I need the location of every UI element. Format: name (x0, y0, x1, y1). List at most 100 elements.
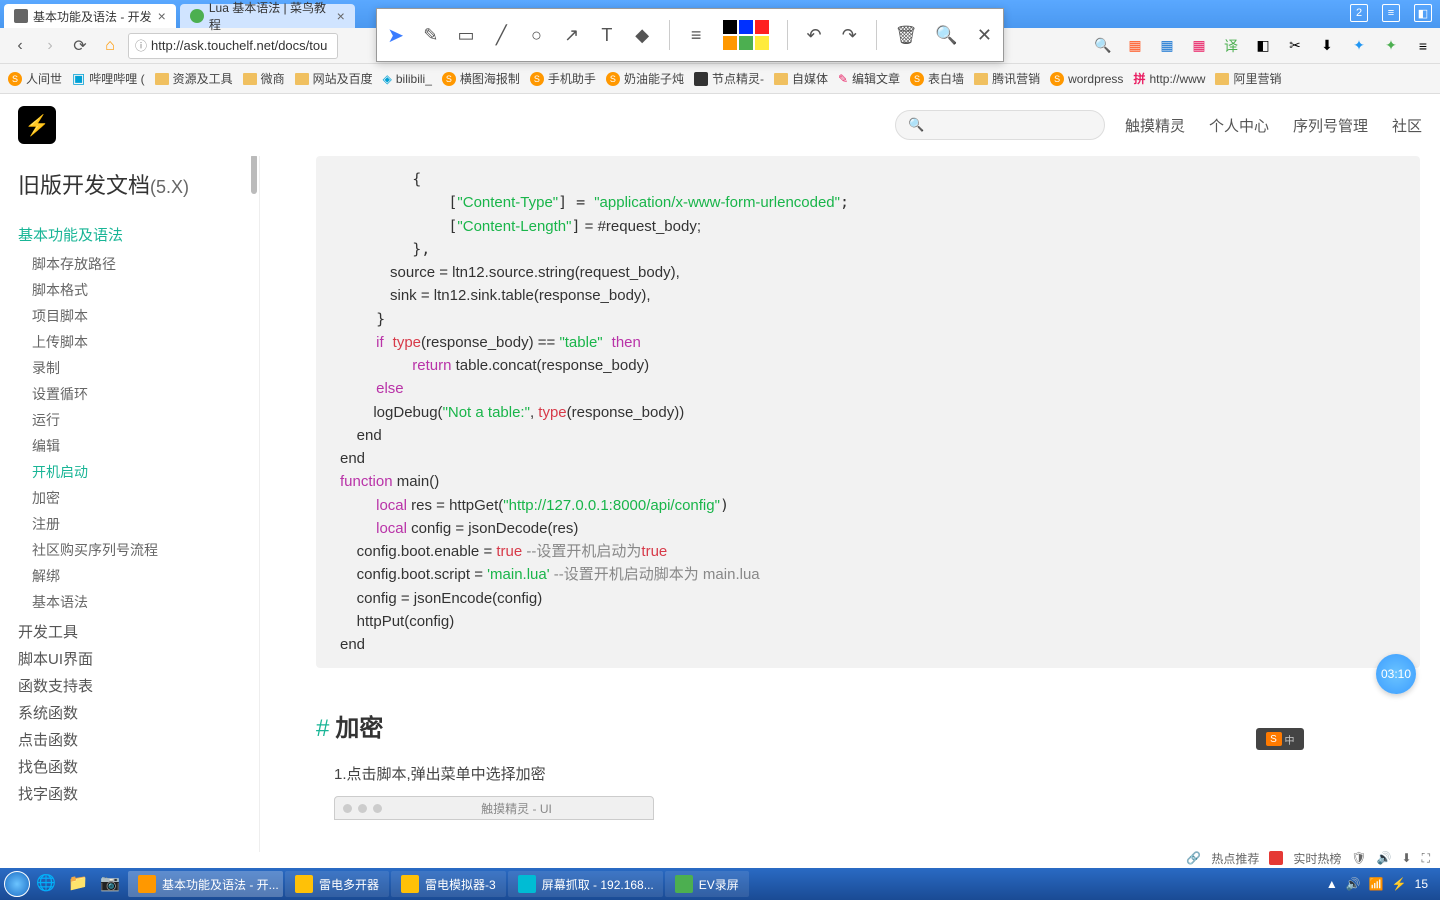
bookmark-item[interactable]: ▣哔哩哔哩 ( (72, 70, 145, 87)
close-icon[interactable]: × (158, 8, 166, 24)
browser-tab-active[interactable]: 基本功能及语法 - 开发 × (4, 4, 176, 28)
tab-count-badge[interactable]: 2 (1350, 4, 1368, 22)
bookmark-item[interactable]: Swordpress (1050, 72, 1123, 86)
bookmark-item[interactable]: ✎编辑文章 (838, 70, 900, 87)
rect-icon[interactable]: ▭ (457, 23, 474, 47)
redo-icon[interactable]: ↷ (841, 23, 858, 47)
bookmark-item[interactable]: 腾讯营销 (974, 70, 1040, 87)
home-button[interactable]: ⌂ (98, 34, 122, 58)
link-icon[interactable]: 🔗 (1186, 851, 1201, 865)
menu-icon[interactable]: ≡ (1414, 37, 1432, 55)
bookmark-item[interactable]: 阿里营销 (1215, 70, 1281, 87)
bookmark-item[interactable]: 网站及百度 (295, 70, 373, 87)
close-icon[interactable]: ✕ (976, 23, 993, 47)
sidebar-item[interactable]: 录制 (32, 355, 241, 381)
tray-icon[interactable]: 📶 (1369, 877, 1384, 891)
taskbar-item[interactable]: 雷电多开器 (285, 871, 389, 897)
browser-tab[interactable]: Lua 基本语法 | 菜鸟教程 × (180, 4, 355, 28)
cut-icon[interactable]: ✂ (1286, 37, 1304, 55)
forward-button[interactable]: › (38, 34, 62, 58)
url-input[interactable]: ⓘ http://ask.touchelf.net/docs/tou (128, 33, 338, 59)
sidebar-item[interactable]: 社区购买序列号流程 (32, 537, 241, 563)
text-icon[interactable]: T (598, 23, 615, 47)
bookmark-item[interactable]: S手机助手 (530, 70, 596, 87)
nav-link[interactable]: 序列号管理 (1293, 115, 1368, 136)
undo-icon[interactable]: ↶ (805, 23, 822, 47)
bookmark-item[interactable]: 拼http://www (1133, 70, 1205, 87)
bookmark-item[interactable]: S人间世 (8, 70, 62, 87)
tray-icon[interactable]: ⚡ (1392, 877, 1407, 891)
circle-icon[interactable]: ○ (528, 23, 545, 47)
hash-anchor[interactable]: # (316, 715, 329, 742)
fullscreen-icon[interactable]: ⛶ (1422, 851, 1430, 866)
quick-launch-icon[interactable]: 🌐 (36, 873, 58, 895)
sidebar-category[interactable]: 找色函数 (18, 756, 241, 777)
ext-icon[interactable]: ▦ (1158, 37, 1176, 55)
sidebar-item[interactable]: 编辑 (32, 433, 241, 459)
delete-icon[interactable]: 🗑 (895, 23, 918, 47)
ext-icon[interactable]: ▦ (1190, 37, 1208, 55)
sidebar-item[interactable]: 运行 (32, 407, 241, 433)
menu-icon[interactable]: ≡ (1382, 4, 1400, 22)
quick-launch-icon[interactable]: 📷 (100, 873, 122, 895)
hot-label[interactable]: 实时热榜 (1293, 850, 1341, 867)
close-icon[interactable]: × (337, 8, 345, 24)
bookmark-item[interactable]: 资源及工具 (155, 70, 233, 87)
site-logo[interactable]: ⚡ (18, 106, 56, 144)
taskbar-item[interactable]: 基本功能及语法 - 开... (128, 871, 283, 897)
sidebar-item-active[interactable]: 开机启动 (32, 459, 241, 485)
taskbar-item[interactable]: EV录屏 (665, 871, 749, 897)
sidebar-category[interactable]: 点击函数 (18, 729, 241, 750)
ext-icon[interactable]: ◧ (1254, 37, 1272, 55)
arrow-icon[interactable]: ↗ (563, 23, 580, 47)
bookmark-item[interactable]: S奶油能子炖 (606, 70, 684, 87)
color-picker[interactable] (723, 20, 769, 50)
tray-icon[interactable]: ▲ (1326, 877, 1338, 891)
ime-indicator[interactable]: S 中 (1256, 728, 1304, 750)
list-icon[interactable]: ≡ (687, 23, 704, 47)
pen-icon[interactable]: ✎ (422, 23, 439, 47)
puzzle-icon[interactable]: ✦ (1382, 37, 1400, 55)
sidebar-category[interactable]: 基本功能及语法 (18, 224, 241, 245)
download-icon[interactable]: ⬇ (1402, 851, 1412, 865)
nav-link[interactable]: 社区 (1392, 115, 1422, 136)
line-icon[interactable]: ╱ (493, 23, 510, 47)
sidebar-item[interactable]: 脚本存放路径 (32, 251, 241, 277)
bookmark-item[interactable]: ◈bilibili_ (383, 72, 432, 86)
bookmark-item[interactable]: 节点精灵- (694, 70, 764, 87)
bookmark-item[interactable]: 自媒体 (774, 70, 828, 87)
sidebar-category[interactable]: 找字函数 (18, 783, 241, 804)
shield-icon[interactable]: 🛡 (1351, 851, 1366, 865)
sidebar-category[interactable]: 系统函数 (18, 702, 241, 723)
bookmark-item[interactable]: S横图海报制 (442, 70, 520, 87)
sidebar-item[interactable]: 加密 (32, 485, 241, 511)
sidebar-category[interactable]: 脚本UI界面 (18, 648, 241, 669)
search-icon[interactable]: 🔍 (935, 23, 957, 47)
sidebar-item[interactable]: 设置循环 (32, 381, 241, 407)
pointer-icon[interactable]: ➤ (387, 23, 404, 47)
ext-icon[interactable]: ▦ (1126, 37, 1144, 55)
sidebar-item[interactable]: 项目脚本 (32, 303, 241, 329)
taskbar-item[interactable]: 雷电模拟器-3 (391, 871, 506, 897)
tray-icon[interactable]: 🔊 (1346, 877, 1361, 891)
hot-label[interactable]: 热点推荐 (1211, 850, 1259, 867)
quick-launch-icon[interactable]: 📁 (68, 873, 90, 895)
start-button[interactable] (4, 871, 30, 897)
nav-link[interactable]: 个人中心 (1209, 115, 1269, 136)
tray-time[interactable]: 15 (1415, 877, 1428, 891)
sidebar-category[interactable]: 开发工具 (18, 621, 241, 642)
download-icon[interactable]: ⬇ (1318, 37, 1336, 55)
sidebar-item[interactable]: 注册 (32, 511, 241, 537)
nav-link[interactable]: 触摸精灵 (1125, 115, 1185, 136)
reload-button[interactable]: ⟳ (68, 34, 92, 58)
sidebar-item[interactable]: 基本语法 (32, 589, 241, 615)
sidebar-category[interactable]: 函数支持表 (18, 675, 241, 696)
skin-icon[interactable]: ◧ (1414, 4, 1432, 22)
eraser-icon[interactable]: ◆ (634, 23, 651, 47)
taskbar-item[interactable]: 屏幕抓取 - 192.168... (508, 871, 663, 897)
translate-icon[interactable]: 译 (1222, 37, 1240, 55)
bookmark-item[interactable]: 微商 (243, 70, 285, 87)
back-button[interactable]: ‹ (8, 34, 32, 58)
sidebar-item[interactable]: 上传脚本 (32, 329, 241, 355)
scrollbar-thumb[interactable] (251, 154, 257, 194)
